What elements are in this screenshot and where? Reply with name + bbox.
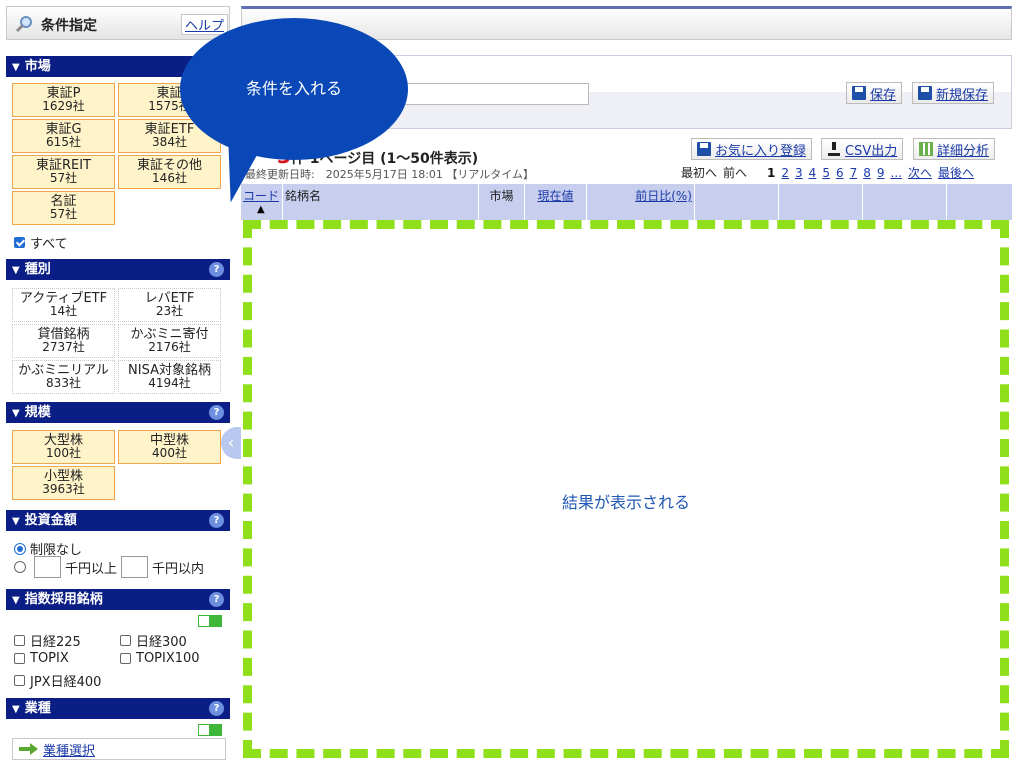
section-industry[interactable]: ▼ 業種 ? <box>6 698 230 719</box>
search-icon <box>15 16 32 33</box>
within-label: 千円以内 <box>152 561 205 577</box>
section-industry-title: 業種 <box>24 701 51 716</box>
pager-page-3[interactable]: 3 <box>795 166 803 180</box>
pager-page-6[interactable]: 6 <box>836 166 844 180</box>
section-index[interactable]: ▼ 指数採用銘柄 ? <box>6 589 230 610</box>
help-link[interactable]: ヘルプ <box>181 14 229 35</box>
index-checkbox-topix100[interactable]: TOPIX100 <box>120 651 200 666</box>
detail-analysis-button[interactable]: 詳細分析 <box>913 138 996 160</box>
grid-icon <box>919 142 933 156</box>
pager-page-7[interactable]: 7 <box>850 166 858 180</box>
save-disk-icon <box>852 86 866 100</box>
investment-min-input[interactable] <box>34 556 61 578</box>
condition-title: 条件指定 <box>41 18 97 34</box>
pager-page-5[interactable]: 5 <box>822 166 830 180</box>
scale-button-large[interactable]: 大型株 100社 <box>12 430 115 464</box>
pager-page-2[interactable]: 2 <box>781 166 789 180</box>
category-button-active-etf[interactable]: アクティブETF 14社 <box>12 288 115 322</box>
market-all-checkbox[interactable]: すべて <box>14 233 68 252</box>
pagination: 最初へ 前へ 1 2 3 4 5 6 7 8 9 ... 次へ 最後へ <box>681 164 974 181</box>
help-question-icon[interactable]: ? <box>209 262 224 277</box>
market-button-tse-prime[interactable]: 東証P 1629社 <box>12 83 115 117</box>
pager-page-1: 1 <box>767 165 776 180</box>
market-button-tse-reit[interactable]: 東証REIT 57社 <box>12 155 115 189</box>
section-scale-title: 規模 <box>24 405 51 420</box>
results-table-header: コード ▲ 銘柄名 市場 現在値 前日比(%) <box>241 184 1012 220</box>
section-investment-title: 投資金額 <box>24 513 77 528</box>
section-investment[interactable]: ▼ 投資金額 ? <box>6 510 230 531</box>
category-button-leverage-etf[interactable]: レバETF 23社 <box>118 288 221 322</box>
help-question-icon[interactable]: ? <box>209 701 224 716</box>
collapse-triangle-icon: ▼ <box>12 516 20 527</box>
industry-select-button[interactable]: 業種選択 <box>12 738 226 760</box>
column-empty-3 <box>863 184 947 220</box>
market-button-tse-growth[interactable]: 東証G 615社 <box>12 119 115 153</box>
collapse-triangle-icon: ▼ <box>12 408 20 419</box>
save-disk-icon <box>918 86 932 100</box>
collapse-triangle-icon: ▼ <box>12 265 20 276</box>
industry-toggle[interactable] <box>198 724 222 736</box>
index-checkbox-nikkei300[interactable]: 日経300 <box>120 631 187 650</box>
save-disk-icon <box>697 142 711 156</box>
section-scale[interactable]: ▼ 規模 ? <box>6 402 230 423</box>
column-empty-2 <box>779 184 863 220</box>
section-category[interactable]: ▼ 種別 ? <box>6 259 230 280</box>
download-icon <box>827 142 841 156</box>
column-empty-4 <box>947 184 1012 220</box>
investment-max-input[interactable] <box>121 556 149 578</box>
collapse-triangle-icon: ▼ <box>12 595 20 606</box>
arrow-right-icon <box>19 743 38 755</box>
scale-button-mid[interactable]: 中型株 400社 <box>118 430 221 464</box>
pager-next[interactable]: 次へ <box>908 164 932 181</box>
market-button-nagoya[interactable]: 名証 57社 <box>12 191 115 225</box>
column-price[interactable]: 現在値 <box>525 184 587 220</box>
help-question-icon[interactable]: ? <box>209 513 224 528</box>
market-button-tse-other[interactable]: 東証その他 146社 <box>118 155 221 189</box>
pager-page-8[interactable]: 8 <box>863 166 871 180</box>
collapse-triangle-icon: ▼ <box>12 62 20 73</box>
collapse-triangle-icon: ▼ <box>12 704 20 715</box>
pager-page-4[interactable]: 4 <box>809 166 817 180</box>
column-empty-1 <box>695 184 779 220</box>
favorite-button[interactable]: お気に入り登録 <box>691 138 813 160</box>
column-name: 銘柄名 <box>283 184 479 220</box>
last-updated: 最終更新日時: 2025年5月17日 18:01 【リアルタイム】 <box>245 168 535 181</box>
section-category-title: 種別 <box>24 262 51 277</box>
index-toggle[interactable] <box>198 615 222 627</box>
section-market-title: 市場 <box>24 59 51 74</box>
index-checkbox-topix[interactable]: TOPIX <box>14 651 69 666</box>
results-area: 結果が表示される <box>243 220 1009 758</box>
new-save-button[interactable]: 新規保存 <box>912 82 995 104</box>
radio-selected-icon <box>14 542 26 555</box>
pager-last[interactable]: 最後へ <box>938 164 974 181</box>
pager-first: 最初へ <box>681 166 718 180</box>
save-button[interactable]: 保存 <box>846 82 903 104</box>
category-button-margin[interactable]: 貸借銘柄 2737社 <box>12 324 115 358</box>
section-index-title: 指数採用銘柄 <box>24 592 103 607</box>
pager-ellipsis[interactable]: ... <box>891 166 902 180</box>
column-change[interactable]: 前日比(%) <box>587 184 695 220</box>
pager-prev: 前へ <box>723 166 748 180</box>
index-checkbox-jpx400[interactable]: JPX日経400 <box>14 671 101 690</box>
callout-bubble: 条件を入れる <box>180 18 408 160</box>
csv-export-button[interactable]: CSV出力 <box>821 138 904 160</box>
help-question-icon[interactable]: ? <box>209 592 224 607</box>
results-placeholder: 結果が表示される <box>561 493 690 512</box>
investment-range-radio[interactable] <box>14 561 26 573</box>
checkbox-checked-icon <box>14 237 25 248</box>
category-button-kabumini-open[interactable]: かぶミニ寄付 2176社 <box>118 324 221 358</box>
category-button-kabumini-real[interactable]: かぶミニリアル 833社 <box>12 360 115 394</box>
industry-select-label: 業種選択 <box>43 743 96 759</box>
pager-page-9[interactable]: 9 <box>877 166 885 180</box>
market-all-label: すべて <box>30 237 68 252</box>
scale-button-small[interactable]: 小型株 3963社 <box>12 466 115 500</box>
above-label: 千円以上 <box>65 561 118 577</box>
column-market: 市場 <box>479 184 525 220</box>
condition-header: 条件指定 ヘルプ <box>6 6 230 40</box>
help-question-icon[interactable]: ? <box>209 405 224 420</box>
chevron-left-icon: ‹ <box>227 433 235 452</box>
index-checkbox-nikkei225[interactable]: 日経225 <box>14 631 81 650</box>
category-button-nisa[interactable]: NISA対象銘柄 4194社 <box>118 360 221 394</box>
investment-range-row: 千円以上 千円以内 <box>14 556 204 578</box>
